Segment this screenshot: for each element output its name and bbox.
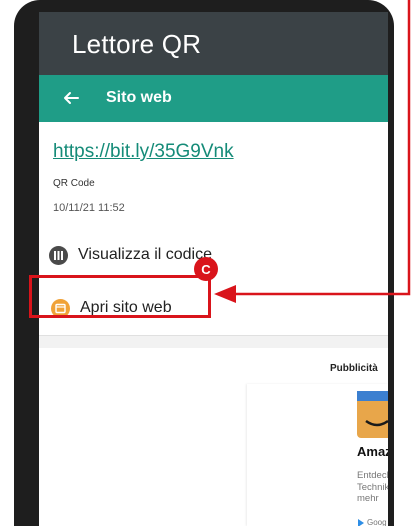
ad-body-line: mehr xyxy=(357,493,379,504)
ad-store-label: Goog xyxy=(367,518,387,526)
ad-store-badge: Goog xyxy=(357,518,387,526)
toolbar-title: Sito web xyxy=(106,89,172,106)
ad-card[interactable]: Amaz Entdeck Technik mehr Goog xyxy=(247,384,388,526)
ad-body-line: Entdeck xyxy=(357,470,388,481)
scan-datetime: 10/11/21 11:52 xyxy=(53,202,125,214)
highlight-box xyxy=(29,275,211,318)
section-divider xyxy=(39,335,388,348)
url-link[interactable]: https://bit.ly/35G9Vnk xyxy=(53,141,234,163)
stage: Lettore QR Sito web https://bit.ly/35G9V… xyxy=(0,0,415,526)
ad-body: Entdeck Technik mehr xyxy=(357,470,388,505)
result-content: https://bit.ly/35G9Vnk QR Code 10/11/21 … xyxy=(39,122,388,526)
step-badge: C xyxy=(194,257,218,281)
toolbar: Sito web xyxy=(39,75,388,122)
ad-body-line: Technik xyxy=(357,481,388,493)
view-code-action[interactable]: Visualizza il codice xyxy=(49,242,212,268)
app-title-bar: Lettore QR xyxy=(39,12,388,75)
app-title: Lettore QR xyxy=(72,29,202,59)
arrow-left-icon[interactable] xyxy=(56,87,82,109)
barcode-icon xyxy=(49,245,68,265)
ad-logo-icon xyxy=(357,391,388,438)
code-type: QR Code xyxy=(53,178,95,189)
play-store-icon xyxy=(358,518,364,526)
view-code-label: Visualizza il codice xyxy=(78,246,212,263)
ad-title: Amaz xyxy=(357,444,388,459)
ad-label: Pubblicità xyxy=(330,363,378,374)
